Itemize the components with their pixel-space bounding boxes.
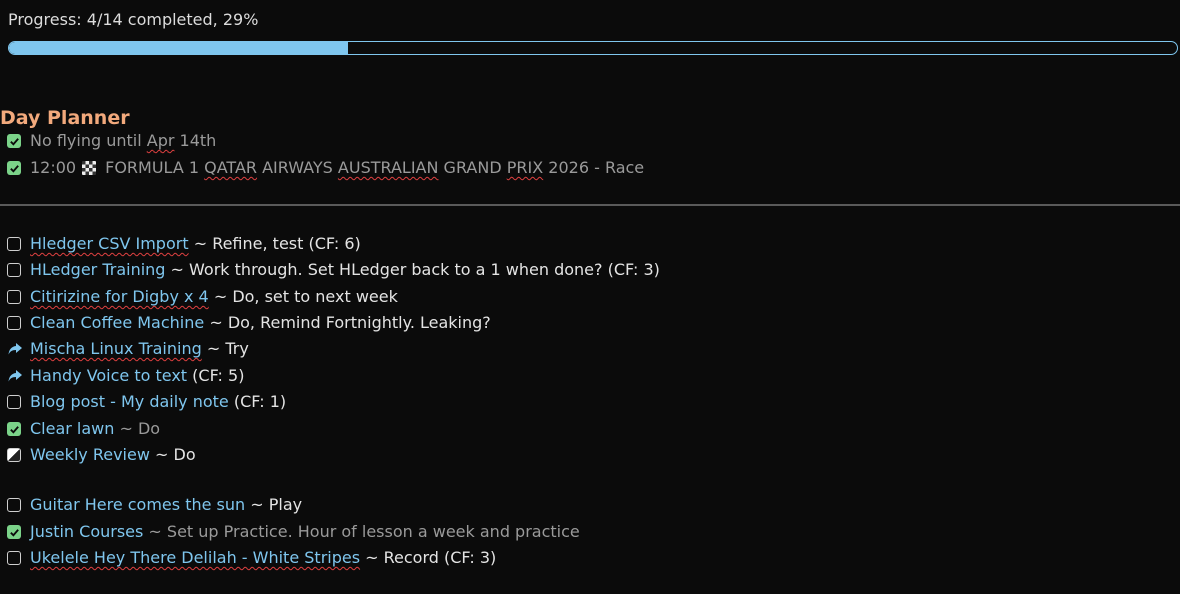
task-link[interactable]: Guitar Here comes the sun: [30, 494, 245, 516]
unchecked-checkbox-icon[interactable]: [7, 290, 21, 304]
task-description: ~ Do, Remind Fortnightly. Leaking?: [204, 313, 491, 332]
task-row: Blog post - My daily note (CF: 1): [7, 391, 286, 413]
task-link[interactable]: Justin Courses: [30, 521, 143, 543]
task-link[interactable]: Clear lawn: [30, 418, 114, 440]
planner-item: 12:00 FORMULA 1 QATAR AIRWAYS AUSTRALIAN…: [7, 157, 644, 179]
progress-bar-fill: [9, 42, 348, 54]
task-link[interactable]: Ukelele Hey There Delilah - White Stripe…: [30, 547, 360, 569]
task-description: (CF: 5): [187, 366, 245, 385]
unchecked-checkbox-icon[interactable]: [7, 263, 21, 277]
task-link[interactable]: Blog post - My daily note: [30, 391, 229, 413]
planner-item-time: 12:00: [30, 158, 77, 177]
forward-arrow-icon[interactable]: [7, 369, 23, 383]
task-row: Clear lawn ~ Do: [7, 418, 160, 440]
unchecked-checkbox-icon[interactable]: [7, 316, 21, 330]
task-link[interactable]: Weekly Review: [30, 444, 150, 466]
task-description: ~ Refine, test (CF: 6): [188, 234, 361, 253]
task-row: Mischa Linux Training ~ Try: [7, 338, 249, 360]
task-description: ~ Play: [245, 495, 303, 514]
unchecked-checkbox-icon[interactable]: [7, 551, 21, 565]
day-planner-heading: Day Planner: [0, 107, 130, 129]
checked-checkbox-icon[interactable]: [7, 525, 21, 539]
task-description: (CF: 1): [228, 392, 287, 411]
unchecked-checkbox-icon[interactable]: [7, 237, 21, 251]
task-link[interactable]: Mischa Linux Training: [30, 338, 202, 360]
unchecked-checkbox-icon[interactable]: [7, 395, 21, 409]
task-row: Handy Voice to text (CF: 5): [7, 365, 244, 387]
task-link[interactable]: Handy Voice to text: [30, 365, 187, 387]
unchecked-checkbox-icon[interactable]: [7, 498, 21, 512]
planner-item: No flying until Apr 14th: [7, 130, 216, 152]
checked-checkbox-icon[interactable]: [7, 161, 21, 175]
partial-checkbox-icon[interactable]: [7, 448, 21, 462]
task-description: ~ Work through. Set HLedger back to a 1 …: [165, 260, 660, 279]
task-row: Guitar Here comes the sun ~ Play: [7, 494, 302, 516]
task-link[interactable]: Clean Coffee Machine: [30, 312, 204, 334]
task-row: Ukelele Hey There Delilah - White Stripe…: [7, 547, 496, 569]
task-row: Clean Coffee Machine ~ Do, Remind Fortni…: [7, 312, 491, 334]
checked-checkbox-icon[interactable]: [7, 422, 21, 436]
task-row: Hledger CSV Import ~ Refine, test (CF: 6…: [7, 233, 361, 255]
forward-arrow-icon[interactable]: [7, 342, 23, 356]
task-row: Weekly Review ~ Do: [7, 444, 196, 466]
progress-bar: [8, 41, 1178, 55]
checked-checkbox-icon[interactable]: [7, 134, 21, 148]
chequered-flag-icon: [82, 161, 97, 175]
planner-item-text: No flying until Apr 14th: [30, 131, 217, 150]
task-row: Justin Courses ~ Set up Practice. Hour o…: [7, 521, 580, 543]
planner-item-text: FORMULA 1 QATAR AIRWAYS AUSTRALIAN GRAND…: [105, 158, 645, 177]
task-link[interactable]: Citirizine for Digby x 4: [30, 286, 209, 308]
task-row: Citirizine for Digby x 4 ~ Do, set to ne…: [7, 286, 398, 308]
task-description: ~ Try: [201, 339, 249, 358]
task-description: ~ Do: [114, 419, 161, 438]
task-link[interactable]: HLedger Training: [30, 259, 165, 281]
section-divider: [0, 204, 1180, 206]
task-row: HLedger Training ~ Work through. Set HLe…: [7, 259, 660, 281]
task-description: ~ Set up Practice. Hour of lesson a week…: [143, 522, 580, 541]
task-description: ~ Do: [149, 445, 196, 464]
task-description: ~ Record (CF: 3): [360, 548, 497, 567]
task-link[interactable]: Hledger CSV Import: [30, 233, 189, 255]
progress-label: Progress: 4/14 completed, 29%: [8, 10, 259, 29]
task-description: ~ Do, set to next week: [208, 287, 398, 306]
